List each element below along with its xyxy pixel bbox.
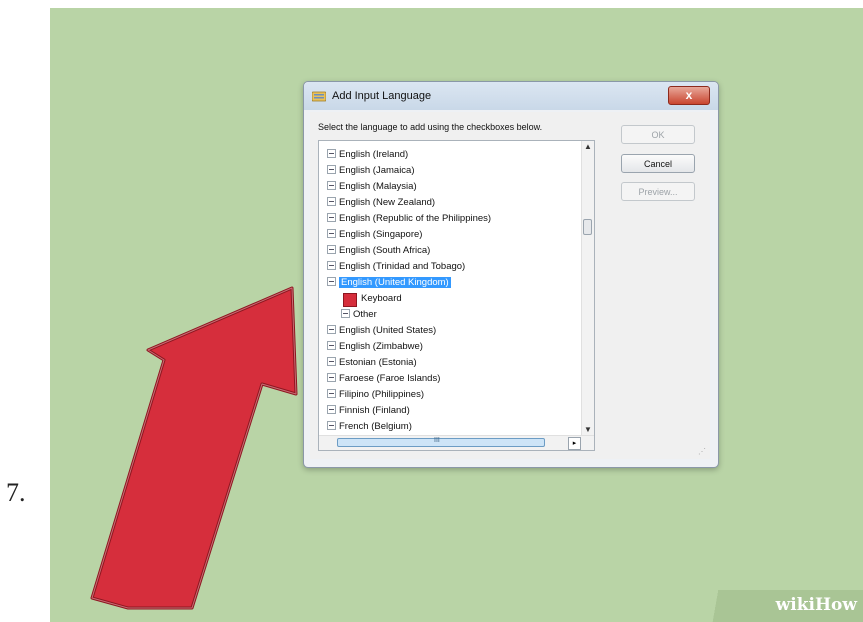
step-number: 7. (6, 478, 26, 507)
watermark-how: How (814, 595, 857, 615)
screenshot-panel: Add Input Language x Select the language… (50, 8, 863, 622)
wikihow-watermark: wikiHow (700, 590, 863, 622)
red-pointer-arrow-icon (90, 286, 298, 610)
watermark-wiki: wiki (775, 595, 815, 615)
